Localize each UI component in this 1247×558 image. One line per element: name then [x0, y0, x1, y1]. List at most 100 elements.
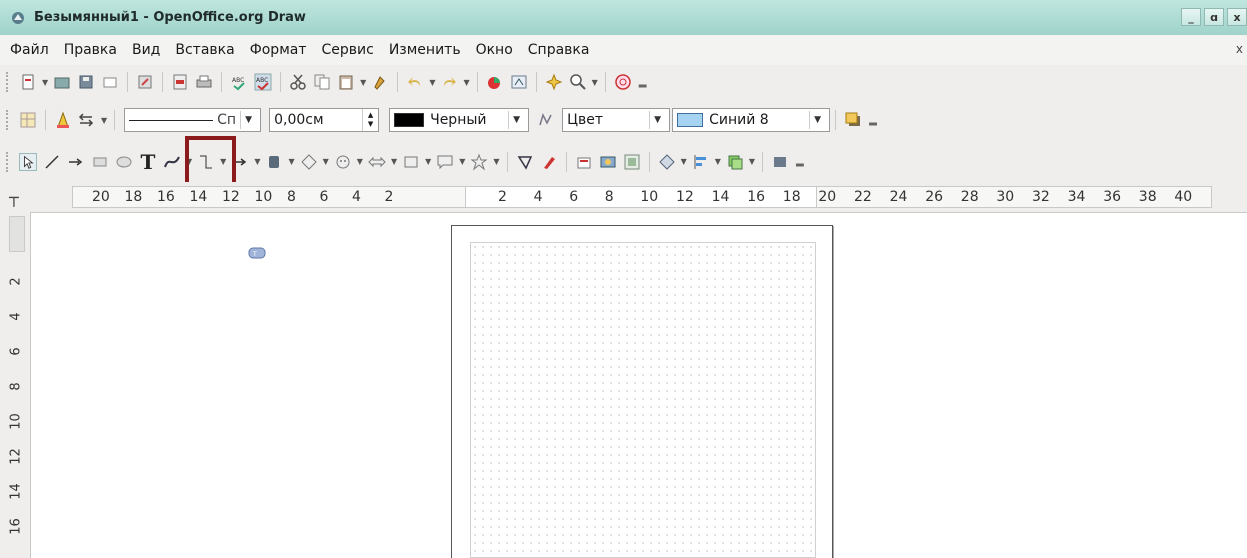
area-fill-dropdown-icon[interactable]: ▼: [809, 111, 825, 129]
extrusion-icon[interactable]: [771, 153, 789, 171]
menu-modify[interactable]: Изменить: [389, 42, 461, 58]
ruler-number: 12: [676, 189, 694, 205]
export-pdf-icon[interactable]: [171, 73, 189, 91]
save-icon[interactable]: [77, 73, 95, 91]
cut-icon[interactable]: [289, 73, 307, 91]
curve-icon[interactable]: [163, 153, 181, 171]
menu-insert[interactable]: Вставка: [175, 42, 234, 58]
toolbar-grip[interactable]: [6, 110, 10, 130]
line-icon[interactable]: [54, 111, 72, 129]
gallery-toggle-icon[interactable]: [623, 153, 641, 171]
undo-dropdown-icon[interactable]: ▼: [429, 78, 435, 87]
toolbar-overflow-icon[interactable]: ▂: [639, 77, 647, 88]
3d-objects-icon[interactable]: [265, 153, 283, 171]
stars-dropdown-icon[interactable]: ▼: [493, 157, 499, 166]
ruler-number: 14: [711, 189, 730, 205]
block-arrows-icon[interactable]: [368, 153, 386, 171]
flowchart-dropdown-icon[interactable]: ▼: [425, 157, 431, 166]
rotate-icon[interactable]: [658, 153, 676, 171]
rotate-dropdown-icon[interactable]: ▼: [681, 157, 687, 166]
points-icon[interactable]: [516, 153, 534, 171]
styles-icon[interactable]: [19, 111, 37, 129]
redo-icon[interactable]: [440, 73, 458, 91]
maximize-button[interactable]: ɑ: [1204, 8, 1224, 26]
page-grid-area[interactable]: [470, 242, 816, 558]
help-icon[interactable]: [614, 73, 632, 91]
lines-arrows-dropdown-icon[interactable]: ▼: [254, 157, 260, 166]
menu-edit[interactable]: Правка: [64, 42, 117, 58]
menu-tools[interactable]: Сервис: [322, 42, 374, 58]
edit-file-icon[interactable]: [136, 73, 154, 91]
autospellcheck-icon[interactable]: ABC: [254, 73, 272, 91]
flowchart-icon[interactable]: [402, 153, 420, 171]
arrow-style-icon[interactable]: [78, 111, 96, 129]
line-color-combo[interactable]: Черный ▼: [389, 108, 530, 132]
chart-icon[interactable]: [486, 73, 504, 91]
line-arrow-icon[interactable]: [67, 153, 85, 171]
from-file-icon[interactable]: [599, 153, 617, 171]
new-document-icon[interactable]: [19, 73, 37, 91]
basic-shapes-icon[interactable]: [300, 153, 318, 171]
fontwork-icon[interactable]: [575, 153, 593, 171]
symbol-shapes-dropdown-icon[interactable]: ▼: [357, 157, 363, 166]
minimize-button[interactable]: _: [1181, 8, 1201, 26]
area-icon[interactable]: [537, 111, 555, 129]
glue-points-icon[interactable]: [540, 153, 558, 171]
ellipse-icon[interactable]: [115, 153, 133, 171]
area-style-combo[interactable]: Цвет ▼: [562, 108, 671, 132]
menu-view[interactable]: Вид: [132, 42, 160, 58]
ruler-number: 6: [8, 347, 24, 356]
zoom-icon[interactable]: [569, 73, 587, 91]
line-width-spinner[interactable]: ▲ ▼: [362, 109, 378, 131]
document-close-icon[interactable]: x: [1236, 42, 1243, 56]
ruler-number: 6: [319, 189, 329, 205]
spellcheck-icon[interactable]: ABC: [230, 73, 248, 91]
toolbar-grip[interactable]: [6, 151, 10, 172]
text-tool-icon[interactable]: T: [139, 150, 157, 174]
select-icon[interactable]: [19, 152, 37, 171]
shadow-icon[interactable]: [844, 111, 862, 129]
line-tool-icon[interactable]: [43, 153, 61, 171]
rectangle-icon[interactable]: [91, 153, 109, 171]
menu-help[interactable]: Справка: [528, 42, 590, 58]
alignment-dropdown-icon[interactable]: ▼: [715, 157, 721, 166]
zoom-dropdown-icon[interactable]: ▼: [592, 78, 598, 87]
new-dropdown-icon[interactable]: ▼: [42, 78, 48, 87]
menu-window[interactable]: Окно: [476, 42, 513, 58]
area-fill-combo[interactable]: Синий 8 ▼: [672, 108, 831, 132]
callouts-dropdown-icon[interactable]: ▼: [459, 157, 465, 166]
toolbar-overflow-icon[interactable]: ▂: [869, 115, 877, 126]
open-icon[interactable]: [53, 73, 71, 91]
redo-dropdown-icon[interactable]: ▼: [463, 78, 469, 87]
paste-icon[interactable]: [337, 73, 355, 91]
menu-file[interactable]: Файл: [10, 42, 49, 58]
undo-icon[interactable]: [406, 73, 424, 91]
close-button[interactable]: x: [1227, 8, 1247, 26]
navigator-icon[interactable]: [510, 73, 528, 91]
tab-stop-icon[interactable]: ┬: [9, 188, 19, 207]
basic-shapes-dropdown-icon[interactable]: ▼: [323, 157, 329, 166]
area-style-dropdown-icon[interactable]: ▼: [649, 111, 665, 129]
gallery-icon[interactable]: [545, 73, 563, 91]
alignment-icon[interactable]: [692, 153, 710, 171]
callouts-icon[interactable]: [436, 153, 454, 171]
toolbar-overflow-icon[interactable]: ▂: [796, 156, 804, 167]
line-style-combo[interactable]: Сп ▼: [124, 108, 262, 132]
email-icon[interactable]: [101, 73, 119, 91]
symbol-shapes-icon[interactable]: [334, 153, 352, 171]
copy-icon[interactable]: [313, 73, 331, 91]
format-paintbrush-icon[interactable]: [371, 73, 389, 91]
arrow-style-dropdown-icon[interactable]: ▼: [101, 116, 107, 125]
line-style-dropdown-icon[interactable]: ▼: [240, 111, 256, 129]
arrange-dropdown-icon[interactable]: ▼: [749, 157, 755, 166]
arrange-icon[interactable]: [726, 153, 744, 171]
paste-dropdown-icon[interactable]: ▼: [360, 78, 366, 87]
menu-format[interactable]: Формат: [250, 42, 307, 58]
block-arrows-dropdown-icon[interactable]: ▼: [391, 157, 397, 166]
toolbar-grip[interactable]: [6, 72, 10, 92]
print-icon[interactable]: [195, 73, 213, 91]
3d-dropdown-icon[interactable]: ▼: [288, 157, 294, 166]
stars-icon[interactable]: [470, 153, 488, 171]
line-color-dropdown-icon[interactable]: ▼: [508, 111, 524, 129]
line-width-field[interactable]: 0,00см ▲ ▼: [269, 108, 380, 132]
